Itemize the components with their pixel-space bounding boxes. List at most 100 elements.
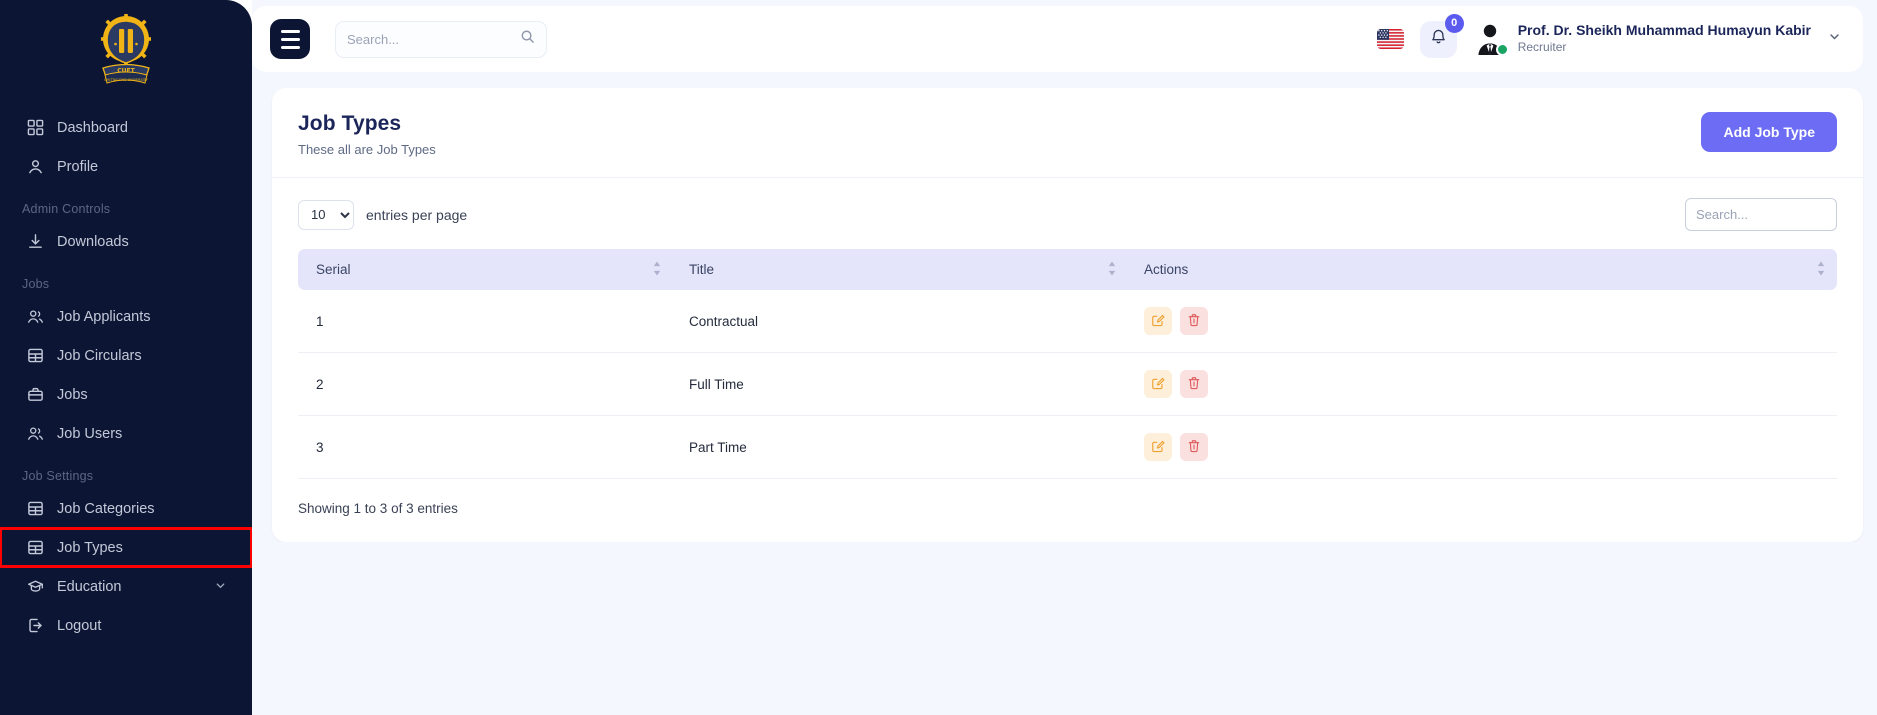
edit-icon [1151,439,1165,456]
delete-icon [1187,376,1201,393]
sidebar-item-logout[interactable]: Logout [0,606,252,645]
sidebar-item-label: Job Types [57,540,123,556]
sidebar-section-jobs: Jobs [0,261,252,297]
sidebar-item-job-types[interactable]: Job Types [0,528,252,567]
grid-icon [26,119,44,137]
edit-button[interactable] [1144,307,1172,335]
notification-count-badge: 0 [1445,14,1464,33]
sidebar-section-admin-controls: Admin Controls [0,186,252,222]
table-icon [26,539,44,557]
edit-icon [1151,313,1165,330]
download-icon [26,233,44,251]
avatar [1473,22,1507,56]
content-area: Job Types These all are Job Types Add Jo… [252,72,1877,542]
sidebar-item-dashboard[interactable]: Dashboard [0,108,252,147]
row-actions [1144,433,1821,461]
table-icon [26,347,44,365]
briefcase-icon [26,386,44,404]
sidebar-item-label: Logout [57,618,101,634]
add-job-type-button[interactable]: Add Job Type [1701,112,1837,152]
sidebar-item-label: Profile [57,159,98,175]
page-title: Job Types [298,112,436,136]
search-input[interactable] [347,32,520,47]
sidebar-item-education[interactable]: Education [0,567,252,606]
online-status-dot [1496,43,1509,56]
sidebar-item-job-applicants[interactable]: Job Applicants [0,297,252,336]
hamburger-icon[interactable] [270,19,310,59]
sort-arrows-icon [1817,261,1825,278]
edit-button[interactable] [1144,433,1172,461]
edit-button[interactable] [1144,370,1172,398]
chevron-down-icon[interactable] [1828,30,1841,48]
job-types-table: Serial Title [298,249,1837,479]
table-controls: 102550100 entries per page [298,198,1837,231]
cell-title: Full Time [673,353,1128,416]
cell-serial: 2 [298,353,673,416]
cell-actions [1128,353,1837,416]
job-types-card: Job Types These all are Job Types Add Jo… [272,88,1863,542]
graduation-cap-icon [26,578,44,596]
column-header-serial[interactable]: Serial [298,249,673,290]
row-actions [1144,370,1821,398]
sidebar-item-job-circulars[interactable]: Job Circulars [0,336,252,375]
cell-serial: 3 [298,416,673,479]
global-search[interactable] [335,21,547,58]
page-subtitle: These all are Job Types [298,142,436,157]
sidebar-item-job-users[interactable]: Job Users [0,414,252,453]
table-head: Serial Title [298,249,1837,290]
cell-serial: 1 [298,290,673,353]
table-search-input[interactable] [1685,198,1837,231]
delete-icon [1187,313,1201,330]
notifications-button[interactable]: 0 [1420,21,1457,58]
page-heading: Job Types These all are Job Types [298,112,436,157]
user-role: Recruiter [1518,40,1811,56]
cell-title: Contractual [673,290,1128,353]
table-row: 2 Full Time [298,353,1837,416]
sidebar-nav: Dashboard Profile Admin Controls Dow [0,104,252,645]
cell-title: Part Time [673,416,1128,479]
sidebar-logo[interactable]: CUET CHITTAGONG UNIVERSITY [0,0,252,104]
delete-button[interactable] [1180,370,1208,398]
sidebar-item-label: Downloads [57,234,129,250]
card-body: 102550100 entries per page Serial [272,178,1863,542]
sidebar: CUET CHITTAGONG UNIVERSITY Dashboard [0,0,252,715]
delete-button[interactable] [1180,307,1208,335]
topbar-right: 0 Prof. Dr. Sheikh Muh [1377,21,1841,58]
sidebar-item-label: Education [57,579,122,595]
sidebar-item-label: Job Applicants [57,309,151,325]
users-icon [26,425,44,443]
sidebar-item-job-categories[interactable]: Job Categories [0,489,252,528]
main-area: 0 Prof. Dr. Sheikh Muh [252,0,1877,715]
entries-per-page-control: 102550100 entries per page [298,200,467,230]
entries-per-page-select[interactable]: 102550100 [298,200,354,230]
column-header-title[interactable]: Title [673,249,1128,290]
edit-icon [1151,376,1165,393]
sidebar-item-jobs[interactable]: Jobs [0,375,252,414]
column-label: Title [689,262,714,277]
column-label: Actions [1144,262,1188,277]
user-text: Prof. Dr. Sheikh Muhammad Humayun Kabir … [1518,22,1811,55]
column-header-actions[interactable]: Actions [1128,249,1837,290]
cell-actions [1128,290,1837,353]
bell-icon [1430,28,1447,50]
search-icon [520,29,535,49]
app-root: CUET CHITTAGONG UNIVERSITY Dashboard [0,0,1877,715]
row-actions [1144,307,1821,335]
entries-per-page-label: entries per page [366,207,467,223]
us-flag-icon[interactable] [1377,29,1404,49]
user-menu[interactable]: Prof. Dr. Sheikh Muhammad Humayun Kabir … [1473,22,1841,56]
university-crest-logo: CUET CHITTAGONG UNIVERSITY [93,13,159,91]
table-header-row: Serial Title [298,249,1837,290]
sidebar-item-label: Job Users [57,426,122,442]
sidebar-item-label: Job Circulars [57,348,142,364]
sort-arrows-icon [1108,261,1116,278]
table-body: 1 Contractual [298,290,1837,479]
sidebar-item-downloads[interactable]: Downloads [0,222,252,261]
sidebar-item-profile[interactable]: Profile [0,147,252,186]
svg-text:CHITTAGONG UNIVERSITY: CHITTAGONG UNIVERSITY [104,78,149,82]
table-icon [26,500,44,518]
column-label: Serial [316,262,351,277]
delete-button[interactable] [1180,433,1208,461]
chevron-down-icon[interactable] [215,579,226,595]
user-name: Prof. Dr. Sheikh Muhammad Humayun Kabir [1518,22,1811,40]
